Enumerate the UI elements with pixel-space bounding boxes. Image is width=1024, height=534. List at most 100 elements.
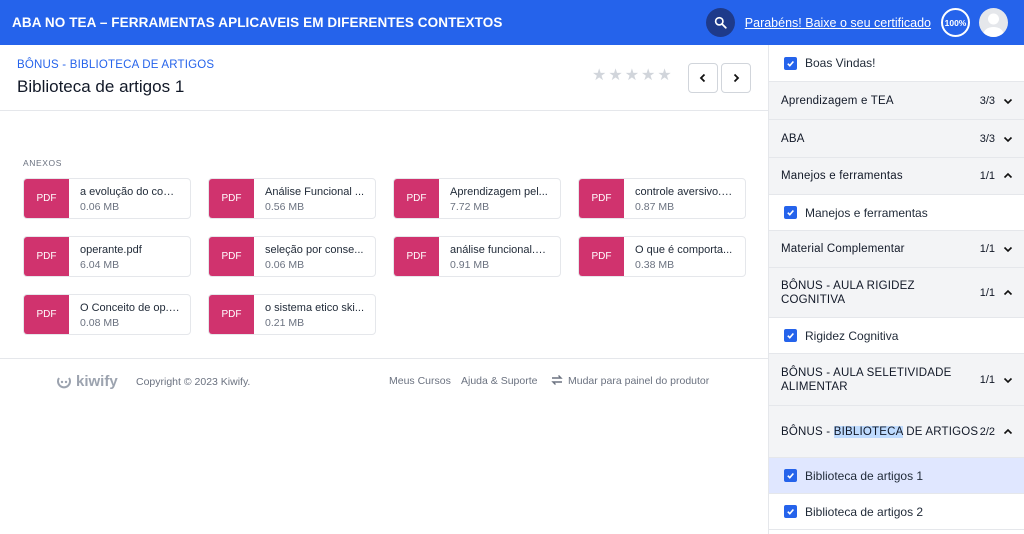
sidebar-module[interactable]: Manejos e ferramentas 1/1 (769, 158, 1024, 195)
attachment-file[interactable]: PDF o sistema etico ski... 0.21 MB (208, 294, 376, 335)
attachments-label: ANEXOS (23, 158, 63, 168)
switch-arrows-icon (551, 375, 563, 385)
module-title-part: DE ARTIGOS (902, 425, 979, 438)
file-name: Análise Funcional ... (265, 186, 365, 198)
pdf-badge: PDF (209, 179, 254, 218)
module-title: Aprendizagem e TEA (781, 94, 894, 107)
attachment-file[interactable]: PDF O que é comporta... 0.38 MB (578, 236, 746, 277)
attachment-file[interactable]: PDF O Conceito de op. ... 0.08 MB (23, 294, 191, 335)
file-name: análise funcional.pdf (450, 244, 550, 256)
star-icon[interactable]: ★ (625, 68, 639, 84)
attachment-file[interactable]: PDF Análise Funcional ... 0.56 MB (208, 178, 376, 219)
attachment-file[interactable]: PDF análise funcional.pdf 0.91 MB (393, 236, 561, 277)
chevron-up-icon (1003, 428, 1013, 434)
rating-stars: ★ ★ ★ ★ ★ (592, 68, 672, 84)
module-title: ABA (781, 132, 805, 145)
sidebar-module[interactable]: Aprendizagem e TEA 3/3 (769, 82, 1024, 120)
checkbox-checked-icon[interactable] (784, 329, 797, 342)
pdf-badge: PDF (24, 179, 69, 218)
switch-panel-link[interactable]: Mudar para painel do produtor (568, 375, 709, 387)
pdf-badge: PDF (579, 237, 624, 276)
checkbox-checked-icon[interactable] (784, 505, 797, 518)
chevron-down-icon (1003, 136, 1013, 142)
top-bar: ABA NO TEA – FERRAMENTAS APLICAVEIS EM D… (0, 0, 1024, 45)
sidebar-lesson-active[interactable]: Biblioteca de artigos 1 (769, 458, 1024, 494)
file-info: Aprendizagem pel... 7.72 MB (439, 179, 550, 218)
brand-name: kiwify (76, 373, 118, 390)
previous-lesson-button[interactable] (688, 63, 718, 93)
module-count: 3/3 (979, 94, 995, 107)
file-size: 0.38 MB (635, 259, 675, 271)
sidebar-module[interactable]: BÔNUS - AULA SELETIVIDADE ALIMENTAR 1/1 (769, 354, 1024, 406)
file-name: O que é comporta... (635, 244, 733, 256)
star-icon[interactable]: ★ (641, 68, 655, 84)
checkbox-checked-icon[interactable] (784, 56, 797, 70)
module-title-part: BÔNUS - (781, 425, 834, 438)
star-icon[interactable]: ★ (592, 68, 606, 84)
highlighted-text: BIBLIOTECA (833, 425, 903, 438)
avatar[interactable] (979, 8, 1008, 37)
chevron-down-icon (1003, 246, 1013, 253)
course-sidebar: Boas Vindas! Aprendizagem e TEA 3/3 ABA … (768, 45, 1024, 534)
sidebar-module[interactable]: Material Complementar 1/1 (769, 231, 1024, 268)
file-size: 0.56 MB (265, 201, 305, 213)
module-count: 1/1 (979, 286, 995, 299)
pdf-badge: PDF (24, 237, 69, 276)
file-info: seleção por conse... 0.06 MB (254, 237, 365, 276)
attachment-file[interactable]: PDF seleção por conse... 0.06 MB (208, 236, 376, 277)
lesson-label: Rigidez Cognitiva (805, 328, 899, 343)
chevron-left-icon (699, 73, 706, 83)
sidebar-lesson[interactable]: Biblioteca de artigos 2 (769, 494, 1024, 530)
chevron-right-icon (733, 73, 740, 83)
file-name: o sistema etico ski... (265, 302, 365, 314)
star-icon[interactable]: ★ (608, 68, 622, 84)
pdf-badge: PDF (209, 295, 254, 334)
attachment-file[interactable]: PDF a evolução do com... 0.06 MB (23, 178, 191, 219)
file-info: a evolução do com... 0.06 MB (69, 179, 180, 218)
sidebar-module[interactable]: BÔNUS - BIBLIOTECA DE ARTIGOS 2/2 (769, 406, 1024, 458)
file-size: 0.06 MB (80, 201, 120, 213)
lesson-label: Manejos e ferramentas (805, 205, 928, 220)
file-info: o sistema etico ski... 0.21 MB (254, 295, 365, 334)
checkbox-checked-icon[interactable] (784, 206, 797, 219)
copyright-text: Copyright © 2023 Kiwify. (136, 376, 251, 388)
my-courses-link[interactable]: Meus Cursos (389, 375, 451, 387)
file-name: O Conceito de op. ... (80, 302, 180, 314)
pdf-badge: PDF (394, 237, 439, 276)
file-size: 0.21 MB (265, 317, 305, 329)
module-count: 1/1 (979, 243, 995, 255)
search-button[interactable] (705, 8, 735, 37)
pdf-badge: PDF (579, 179, 624, 218)
file-info: análise funcional.pdf 0.91 MB (439, 237, 550, 276)
attachment-file[interactable]: PDF controle aversivo.p... 0.87 MB (578, 178, 746, 219)
file-size: 0.91 MB (450, 259, 490, 271)
help-link[interactable]: Ajuda & Suporte (461, 375, 537, 387)
star-icon[interactable]: ★ (657, 68, 671, 84)
file-info: O que é comporta... 0.38 MB (624, 237, 735, 276)
file-name: a evolução do com... (80, 186, 180, 198)
module-title: BÔNUS - BIBLIOTECA DE ARTIGOS (781, 425, 980, 439)
attachment-file[interactable]: PDF Aprendizagem pel... 7.72 MB (393, 178, 561, 219)
module-title: BÔNUS - AULA SELETIVIDADE ALIMENTAR (781, 366, 952, 393)
sidebar-module[interactable]: ABA 3/3 (769, 120, 1024, 158)
sidebar-lesson[interactable]: Boas Vindas! (769, 45, 1024, 82)
search-icon (714, 16, 727, 29)
sidebar-lesson[interactable]: Manejos e ferramentas (769, 195, 1024, 231)
certificate-link[interactable]: Parabéns! Baixe o seu certificado (745, 16, 931, 30)
kiwify-logo: kiwify (56, 373, 118, 390)
sidebar-module[interactable]: BÔNUS - AULA RIGIDEZ COGNITIVA 1/1 (769, 268, 1024, 318)
file-size: 0.06 MB (265, 259, 305, 271)
checkbox-checked-icon[interactable] (784, 469, 797, 482)
pdf-badge: PDF (394, 179, 439, 218)
chevron-up-icon (1003, 289, 1013, 295)
module-count: 2/2 (979, 425, 995, 438)
lesson-label: Boas Vindas! (805, 56, 876, 70)
file-size: 0.08 MB (80, 317, 120, 329)
module-title: BÔNUS - AULA RIGIDEZ COGNITIVA (781, 279, 915, 306)
pdf-badge: PDF (24, 295, 69, 334)
attachment-file[interactable]: PDF operante.pdf 6.04 MB (23, 236, 191, 277)
sidebar-lesson[interactable]: Rigidez Cognitiva (769, 318, 1024, 354)
file-info: Análise Funcional ... 0.56 MB (254, 179, 365, 218)
footer-divider (0, 358, 768, 359)
next-lesson-button[interactable] (721, 63, 751, 93)
